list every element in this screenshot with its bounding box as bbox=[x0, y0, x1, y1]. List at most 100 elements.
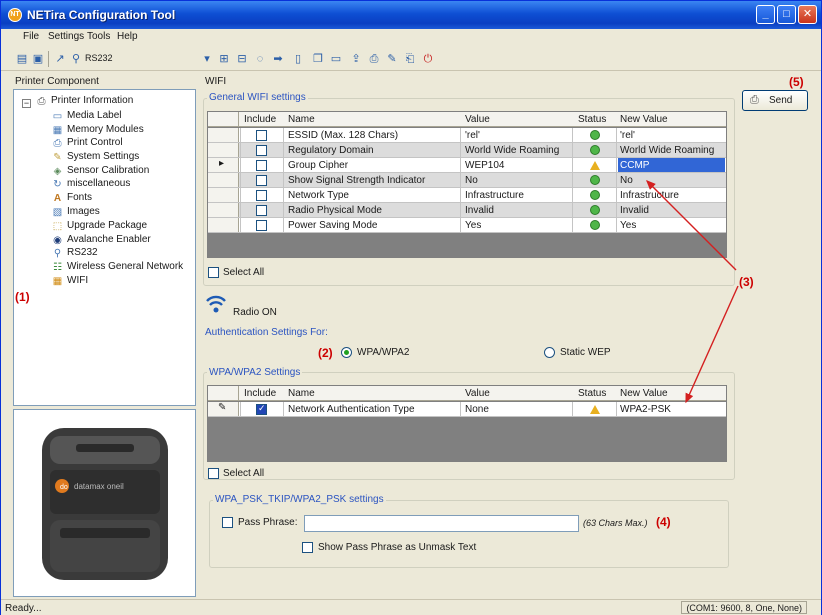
general-settings-grid: Include Name Value Status New Value ESSI… bbox=[207, 111, 727, 258]
row-include-checkbox[interactable] bbox=[256, 220, 267, 231]
save-icon[interactable]: ▣ bbox=[31, 52, 45, 66]
paste-icon[interactable]: ▭ bbox=[329, 52, 343, 66]
row-include-checkbox[interactable] bbox=[256, 160, 267, 171]
tree-item-printer-information[interactable]: ⎙ Printer Information bbox=[36, 95, 194, 108]
tree-item-avalanche-enabler[interactable]: ◉ Avalanche Enabler bbox=[52, 234, 194, 247]
row-new-value[interactable]: No bbox=[618, 173, 725, 187]
printer2-icon[interactable]: ⎗ bbox=[403, 52, 417, 66]
auth-option-wep[interactable] bbox=[544, 347, 555, 358]
grid-line bbox=[240, 128, 241, 143]
auth-option-wep-label: Static WEP bbox=[560, 347, 611, 358]
pass-phrase-checkbox[interactable] bbox=[222, 517, 233, 528]
row-include-checkbox[interactable] bbox=[256, 130, 267, 141]
close-button[interactable]: ✕ bbox=[798, 5, 817, 24]
wpa-select-all-checkbox[interactable] bbox=[208, 468, 219, 479]
print-icon[interactable]: ⎙ bbox=[367, 52, 381, 66]
select-all-checkbox[interactable] bbox=[208, 267, 219, 278]
wpa-row-include-checkbox[interactable] bbox=[256, 403, 267, 415]
toolbar-separator bbox=[48, 51, 49, 67]
row-name: ESSID (Max. 128 Chars) bbox=[288, 130, 399, 141]
wpa-column-status[interactable]: Status bbox=[578, 388, 606, 399]
tree-item-sensor-calibration[interactable]: ◈ Sensor Calibration bbox=[52, 165, 194, 178]
row-include-checkbox[interactable] bbox=[256, 205, 267, 216]
wpa-select-all-label: Select All bbox=[223, 468, 265, 479]
row-value: WEP104 bbox=[465, 160, 505, 171]
row-name: Regulatory Domain bbox=[288, 145, 374, 156]
table-row[interactable]: Network Type Infrastructure Infrastructure bbox=[208, 188, 726, 203]
tree-item-upgrade-package[interactable]: ⬚ Upgrade Package bbox=[52, 220, 194, 233]
connect-icon[interactable]: ↗ bbox=[53, 52, 67, 66]
row-value: No bbox=[465, 175, 478, 186]
auth-option-wpa[interactable] bbox=[341, 347, 352, 358]
tool-grid-icon[interactable]: ⊞ bbox=[217, 52, 231, 66]
row-include-checkbox[interactable] bbox=[256, 175, 267, 186]
open-icon[interactable]: ▤ bbox=[15, 52, 29, 66]
power-icon[interactable]: ⏻ bbox=[421, 52, 435, 66]
wpa-row-new-value[interactable]: WPA2-PSK bbox=[620, 404, 720, 415]
send-button[interactable]: ⎙ Send bbox=[742, 90, 808, 111]
table-row[interactable]: Show Signal Strength Indicator No No bbox=[208, 173, 726, 188]
port-icon[interactable]: ⚲ bbox=[69, 52, 83, 66]
grid-line bbox=[616, 143, 617, 158]
menu-help[interactable]: Help bbox=[117, 31, 138, 42]
table-row[interactable]: Regulatory Domain World Wide Roaming World… bbox=[208, 143, 726, 158]
show-pass-checkbox[interactable] bbox=[302, 542, 313, 553]
table-row[interactable]: ESSID (Max. 128 Chars) 'rel' 'rel' bbox=[208, 128, 726, 143]
arrow-right-icon[interactable]: ➡ bbox=[271, 52, 285, 66]
table-row[interactable]: Power Saving Mode Yes Yes bbox=[208, 218, 726, 233]
minimize-button[interactable]: _ bbox=[756, 5, 775, 24]
tree-collapse-toggle[interactable]: − bbox=[22, 99, 31, 108]
pass-phrase-input[interactable] bbox=[304, 515, 579, 532]
column-status[interactable]: Status bbox=[578, 114, 606, 125]
grid-line bbox=[460, 158, 461, 173]
grid-line bbox=[616, 173, 617, 188]
grid-line bbox=[283, 158, 284, 173]
wpa-column-include[interactable]: Include bbox=[244, 388, 276, 399]
column-new-value[interactable]: New Value bbox=[620, 114, 668, 125]
menu-file[interactable]: File bbox=[23, 31, 39, 42]
wpa-column-new-value[interactable]: New Value bbox=[620, 388, 668, 399]
row-name: Radio Physical Mode bbox=[288, 205, 382, 216]
row-new-value[interactable]: Yes bbox=[618, 218, 725, 232]
tree-item-system-settings[interactable]: ✎ System Settings bbox=[52, 151, 194, 164]
tree-item-rs232[interactable]: ⚲ RS232 bbox=[52, 247, 194, 260]
column-value[interactable]: Value bbox=[465, 114, 490, 125]
row-include-checkbox[interactable] bbox=[256, 145, 267, 156]
tool-grid2-icon[interactable]: ⊟ bbox=[235, 52, 249, 66]
wpa-column-name[interactable]: Name bbox=[288, 388, 315, 399]
serial-icon: ⚲ bbox=[53, 248, 62, 259]
tree-item-miscellaneous[interactable]: ↻ miscellaneous bbox=[52, 178, 194, 191]
refresh-icon[interactable]: ◌ bbox=[253, 52, 267, 66]
tree-item-wifi[interactable]: ▦ WIFI bbox=[52, 275, 194, 288]
row-new-value[interactable]: Infrastructure bbox=[618, 188, 725, 202]
table-row[interactable]: Radio Physical Mode Invalid Invalid bbox=[208, 203, 726, 218]
grid-line bbox=[616, 203, 617, 218]
menu-settings[interactable]: Settings bbox=[48, 31, 84, 42]
row-new-value[interactable]: Invalid bbox=[618, 203, 725, 217]
pen-icon[interactable]: ✎ bbox=[385, 52, 399, 66]
tree-item-wireless-general-network[interactable]: ☷ Wireless General Network bbox=[52, 261, 194, 274]
maximize-button[interactable]: □ bbox=[777, 5, 796, 24]
export-icon[interactable]: ⇪ bbox=[349, 52, 363, 66]
app-window: NT NETira Configuration Tool _ □ ✕ File … bbox=[0, 0, 822, 615]
table-row[interactable]: ▸ Group Cipher WEP104 CCMP bbox=[208, 158, 726, 173]
grid-line bbox=[240, 218, 241, 233]
dropdown-icon[interactable]: ▾ bbox=[200, 52, 214, 66]
device-image-panel: do datamax oneil bbox=[13, 409, 196, 597]
row-include-checkbox[interactable] bbox=[256, 190, 267, 201]
tree-item-images[interactable]: ▧ Images bbox=[52, 206, 194, 219]
column-name[interactable]: Name bbox=[288, 114, 315, 125]
document-icon[interactable]: ▯ bbox=[291, 52, 305, 66]
wpa-row[interactable]: ✎ Network Authentication Type None WPA2-… bbox=[208, 402, 726, 417]
tree-item-memory-modules[interactable]: ▦ Memory Modules bbox=[52, 124, 194, 137]
tree-item-print-control[interactable]: ⎙ Print Control bbox=[52, 137, 194, 150]
menu-tools[interactable]: Tools bbox=[87, 31, 110, 42]
wpa-column-value[interactable]: Value bbox=[465, 388, 490, 399]
column-include[interactable]: Include bbox=[244, 114, 276, 125]
tree-item-fonts[interactable]: A Fonts bbox=[52, 192, 194, 205]
row-new-value[interactable]: 'rel' bbox=[618, 128, 725, 142]
row-new-value[interactable]: CCMP bbox=[618, 158, 725, 172]
tree-item-media-label[interactable]: ▭ Media Label bbox=[52, 110, 194, 123]
row-new-value[interactable]: World Wide Roaming bbox=[618, 143, 725, 157]
copy-icon[interactable]: ❐ bbox=[311, 52, 325, 66]
